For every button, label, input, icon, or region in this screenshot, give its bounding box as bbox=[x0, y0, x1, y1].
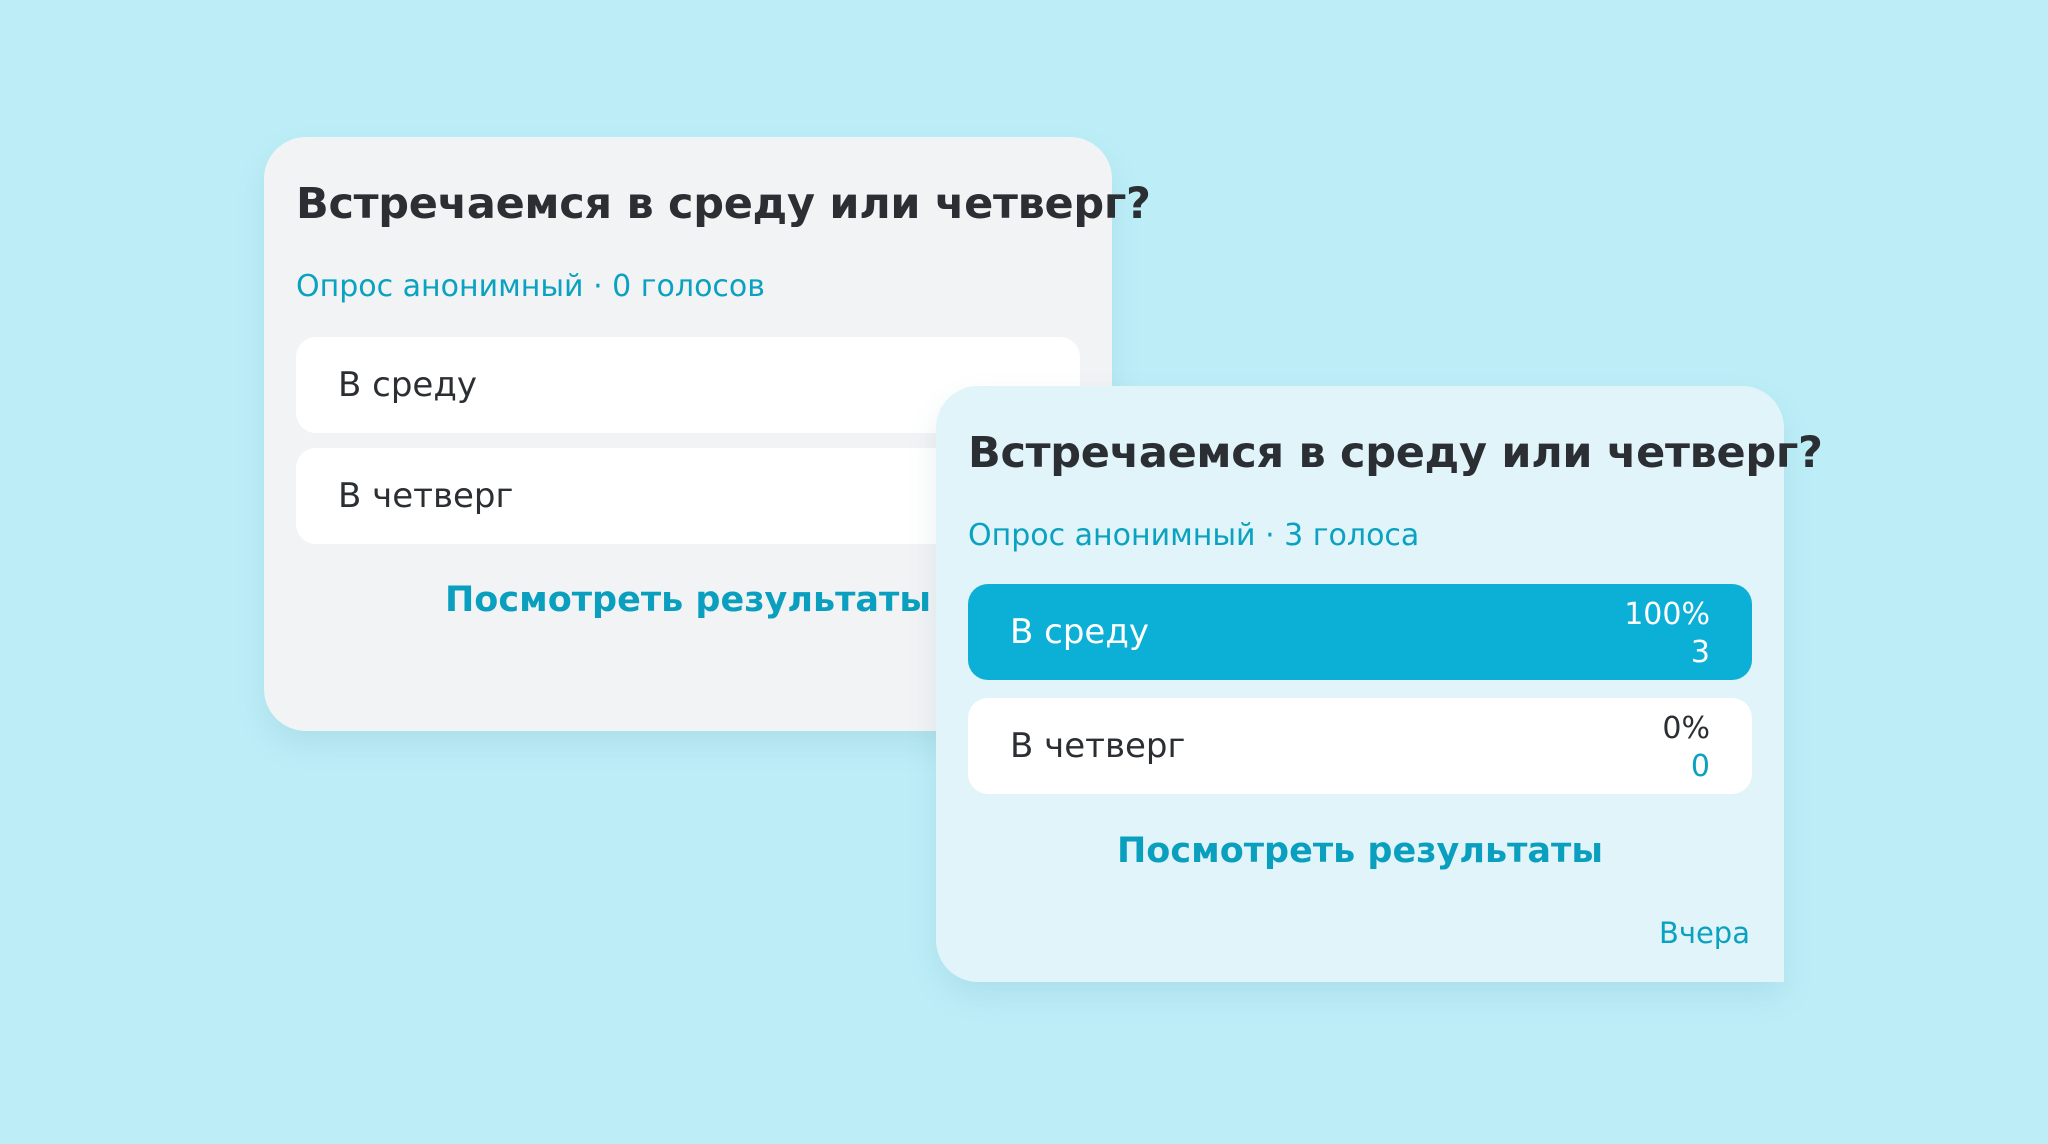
poll-result-wednesday[interactable]: В среду 100% 3 bbox=[968, 584, 1752, 680]
poll-result-thursday[interactable]: В четверг 0% 0 bbox=[968, 698, 1752, 794]
poll-option-count: 3 bbox=[1690, 635, 1710, 670]
poll-option-label: В четверг bbox=[338, 476, 514, 516]
poll-option-label: В среду bbox=[1010, 612, 1149, 652]
poll-option-stats: 0% 0 bbox=[1662, 710, 1710, 786]
view-results-link[interactable]: Посмотреть результаты bbox=[936, 831, 1784, 871]
poll-question: Встречаемся в среду или четверг? bbox=[968, 428, 1823, 478]
poll-option-label: В среду bbox=[338, 365, 477, 405]
poll-meta: Опрос анонимный · 0 голосов bbox=[296, 269, 765, 304]
poll-option-percent: 0% bbox=[1662, 711, 1710, 746]
poll-question: Встречаемся в среду или четверг? bbox=[296, 179, 1151, 229]
poll-option-percent: 100% bbox=[1624, 597, 1710, 632]
poll-option-label: В четверг bbox=[1010, 726, 1186, 766]
message-timestamp: Вчера bbox=[1658, 916, 1750, 950]
poll-option-count: 0 bbox=[1690, 749, 1710, 784]
poll-meta: Опрос анонимный · 3 голоса bbox=[968, 518, 1420, 553]
poll-card-voted: Встречаемся в среду или четверг? Опрос а… bbox=[936, 386, 1823, 982]
poll-option-stats: 100% 3 bbox=[1624, 596, 1710, 672]
